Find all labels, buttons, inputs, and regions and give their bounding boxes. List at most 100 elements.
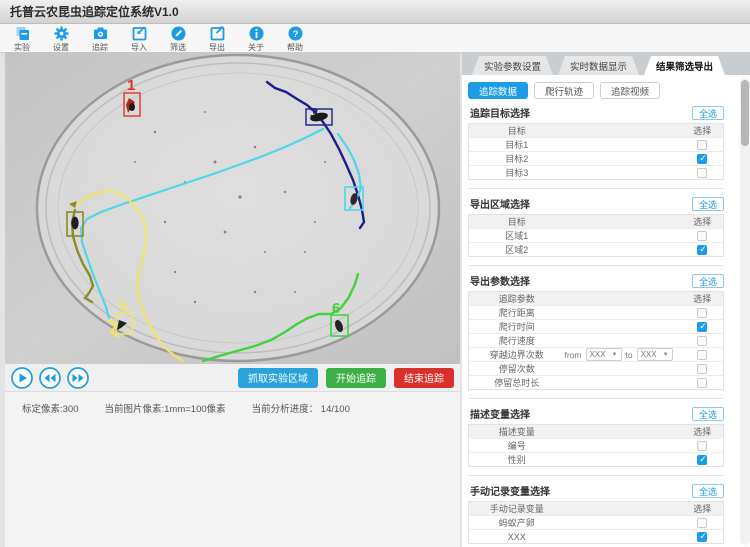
manual-var-table: 手动记录变量选择 蚂蚁产卵 XXX <box>468 501 724 544</box>
col-header: 描述变量 <box>469 425 565 439</box>
capture-area-button[interactable]: 抓取实验区域 <box>238 368 318 388</box>
mode-tracking-data[interactable]: 追踪数据 <box>468 82 528 99</box>
table-row: 目标2 <box>469 152 724 166</box>
checkbox[interactable] <box>697 154 707 164</box>
toolbar-about[interactable]: 关于 <box>240 26 272 53</box>
checkbox[interactable] <box>697 455 707 465</box>
col-header: 选择 <box>682 292 724 306</box>
rewind-button[interactable] <box>39 367 61 389</box>
range-from-select[interactable]: XXX▼ <box>586 348 622 361</box>
table-row: 爬行速度 <box>469 334 724 348</box>
range-to-select[interactable]: XXX▼ <box>637 348 673 361</box>
select-all-button[interactable]: 全选 <box>692 484 724 498</box>
play-button[interactable] <box>11 367 33 389</box>
col-header: 目标 <box>469 124 565 138</box>
col-header: 选择 <box>682 502 724 516</box>
checkbox[interactable] <box>697 245 707 255</box>
col-header: 手动记录变量 <box>469 502 565 516</box>
toolbar-settings[interactable]: 设置 <box>45 26 77 53</box>
stop-tracking-button[interactable]: 结束追踪 <box>394 368 454 388</box>
panel-tab-bar: 实验参数设置 实时数据显示 结果筛选导出 <box>462 52 750 75</box>
checkbox[interactable] <box>697 322 707 332</box>
checkbox[interactable] <box>697 532 707 542</box>
export-icon <box>210 26 225 41</box>
checkbox[interactable] <box>697 168 707 178</box>
svg-text:?: ? <box>292 29 298 40</box>
toolbar-help[interactable]: ? 帮助 <box>279 26 311 53</box>
desc-var-table: 描述变量选择 编号 性别 <box>468 424 724 467</box>
section-divider <box>468 398 724 399</box>
col-header: 目标 <box>469 215 565 229</box>
section-divider <box>468 265 724 266</box>
analysis-progress: 当前分析进度： 14/100 <box>252 401 350 415</box>
select-all-button[interactable]: 全选 <box>692 197 724 211</box>
video-controls: 抓取实验区域 开始追踪 结束追踪 <box>5 364 460 392</box>
status-bar: 标定像素:300 当前图片像素:1mm=100像素 当前分析进度： 14/100 <box>5 392 460 547</box>
checkbox[interactable] <box>697 336 707 346</box>
table-row: 区域1 <box>469 229 724 243</box>
toolbar-tracking[interactable]: 追踪 <box>84 26 116 53</box>
action-buttons: 抓取实验区域 开始追踪 结束追踪 <box>238 368 454 388</box>
toolbar-export[interactable]: 导出 <box>201 26 233 53</box>
col-header: 选择 <box>682 215 724 229</box>
section-title-export-params: 导出参数选择 <box>470 273 530 288</box>
panel-scrollbar[interactable] <box>740 78 750 545</box>
toolbar-import[interactable]: 导入 <box>123 26 155 53</box>
app-title: 托普云农昆虫追踪定位系统V1.0 <box>10 3 179 20</box>
range-from-label: from <box>565 350 582 360</box>
start-tracking-button[interactable]: 开始追踪 <box>326 368 386 388</box>
range-to-label: to <box>626 350 633 360</box>
table-row: 穿越边界次数 from XXX▼ to XXX▼ <box>469 348 724 362</box>
track-target-table: 目标选择 目标1 目标2 目标3 <box>468 123 724 180</box>
section-title-track-targets: 追踪目标选择 <box>470 105 530 120</box>
col-header: 选择 <box>682 425 724 439</box>
table-row: 性别 <box>469 453 724 467</box>
filter-icon <box>171 26 186 41</box>
tab-label: 实时数据显示 <box>570 59 627 73</box>
checkbox[interactable] <box>697 308 707 318</box>
about-icon <box>249 26 264 41</box>
export-param-table: 追踪参数选择 爬行距离 爬行时间 爬行速度 穿越边界次数 from XXX▼ t… <box>468 291 724 390</box>
col-header: 追踪参数 <box>469 292 565 306</box>
checkbox[interactable] <box>697 350 707 360</box>
tab-experiment-params[interactable]: 实验参数设置 <box>472 56 553 75</box>
tab-realtime-data[interactable]: 实时数据显示 <box>558 56 639 75</box>
table-row: 停留次数 <box>469 362 724 376</box>
mode-crawl-track[interactable]: 爬行轨迹 <box>534 82 594 99</box>
mode-label: 追踪视频 <box>611 84 649 98</box>
section-title-export-regions: 导出区域选择 <box>470 196 530 211</box>
select-all-button[interactable]: 全选 <box>692 274 724 288</box>
toolbar-filter[interactable]: 筛选 <box>162 26 194 53</box>
section-divider <box>468 475 724 476</box>
checkbox[interactable] <box>697 518 707 528</box>
table-row: 爬行距离 <box>469 306 724 320</box>
boundary-range-controls: from XXX▼ to XXX▼ <box>565 348 682 361</box>
export-region-table: 目标选择 区域1 区域2 <box>468 214 724 257</box>
main-toolbar: 实验 设置 追踪 导入 筛选 导出 关于 ? 帮助 <box>0 24 750 53</box>
mode-tracking-video[interactable]: 追踪视频 <box>600 82 660 99</box>
select-all-button[interactable]: 全选 <box>692 407 724 421</box>
checkbox[interactable] <box>697 378 707 388</box>
help-icon: ? <box>288 26 303 41</box>
tab-result-export[interactable]: 结果筛选导出 <box>644 56 725 75</box>
camera-icon <box>93 26 108 41</box>
settings-icon <box>54 26 69 41</box>
checkbox[interactable] <box>697 140 707 150</box>
import-icon <box>132 26 147 41</box>
chevron-down-icon: ▼ <box>663 352 669 358</box>
mode-label: 追踪数据 <box>479 84 517 98</box>
image-scale-status: 当前图片像素:1mm=100像素 <box>105 401 226 415</box>
petri-dish-scene: 1 3 5 6 <box>5 52 460 364</box>
left-column: 1 3 5 6 <box>5 52 460 547</box>
checkbox[interactable] <box>697 364 707 374</box>
forward-button[interactable] <box>67 367 89 389</box>
checkbox[interactable] <box>697 231 707 241</box>
select-all-button[interactable]: 全选 <box>692 106 724 120</box>
toolbar-experiment[interactable]: 实验 <box>6 26 38 53</box>
section-divider <box>468 188 724 189</box>
marker-1-label: 1 <box>127 77 135 94</box>
checkbox[interactable] <box>697 441 707 451</box>
section-title-manual-vars: 手动记录变量选择 <box>470 483 550 498</box>
table-row: 目标1 <box>469 138 724 152</box>
scrollbar-thumb[interactable] <box>741 80 749 146</box>
